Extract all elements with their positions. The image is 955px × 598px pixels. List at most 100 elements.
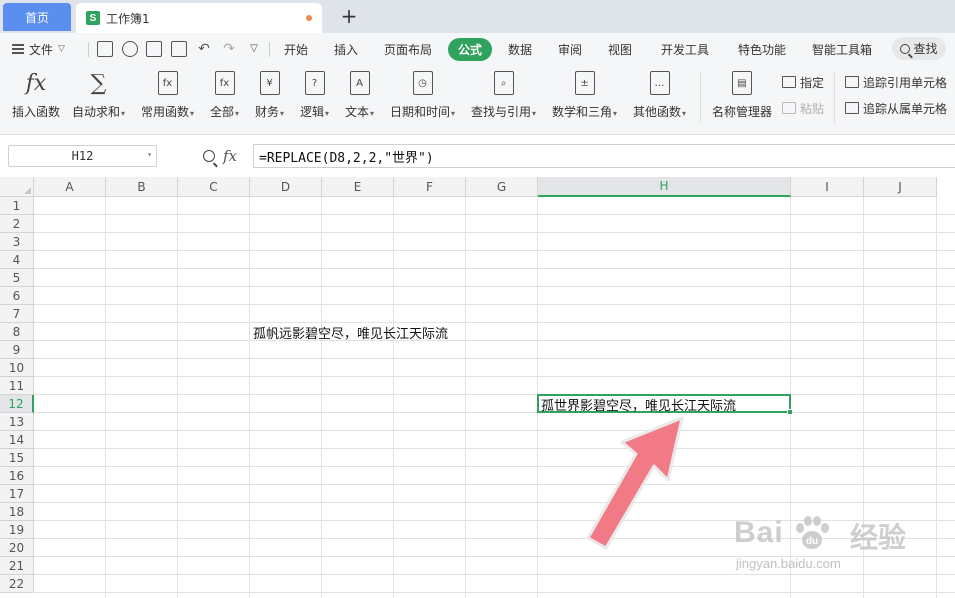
row-header-20[interactable]: 20: [0, 539, 34, 557]
row-header-7[interactable]: 7: [0, 305, 34, 323]
redo-icon[interactable]: ↷: [221, 41, 237, 57]
name-box[interactable]: H12 ▾: [8, 145, 157, 167]
row-header-16[interactable]: 16: [0, 467, 34, 485]
trace-precedents-button[interactable]: 追踪引用单元格: [845, 73, 947, 91]
print-icon[interactable]: [146, 41, 162, 57]
finance-label: 财务: [255, 105, 280, 119]
define-name-button[interactable]: 指定: [782, 73, 824, 91]
row-header-13[interactable]: 13: [0, 413, 34, 431]
clock-icon: ◷: [412, 71, 433, 95]
formula-input[interactable]: =REPLACE(D8,2,2,"世界"): [253, 144, 955, 168]
menu-developer[interactable]: 开发工具: [661, 41, 709, 58]
menu-special-features[interactable]: 特色功能: [738, 41, 786, 58]
row-header-17[interactable]: 17: [0, 485, 34, 503]
datetime-button[interactable]: ◷ 日期和时间▾: [390, 69, 455, 129]
finance-button[interactable]: ¥ 财务▾: [255, 69, 284, 129]
row-header-21[interactable]: 21: [0, 557, 34, 575]
logic-button[interactable]: ? 逻辑▾: [300, 69, 329, 129]
row-header-10[interactable]: 10: [0, 359, 34, 377]
print-preview-icon[interactable]: [171, 41, 187, 57]
text-button[interactable]: A 文本▾: [345, 69, 374, 129]
menu-formulas[interactable]: 公式: [448, 38, 493, 61]
row-header-5[interactable]: 5: [0, 269, 34, 287]
spreadsheet-icon: S: [86, 11, 100, 25]
column-header-d[interactable]: D: [250, 177, 322, 197]
question-icon: ?: [304, 71, 325, 95]
column-header-f[interactable]: F: [394, 177, 466, 197]
row-header-22[interactable]: 22: [0, 575, 34, 593]
menu-view[interactable]: 视图: [608, 41, 632, 58]
math-label: 数学和三角: [552, 105, 613, 119]
menu-insert[interactable]: 插入: [334, 41, 358, 58]
gridline: [34, 214, 955, 215]
save-icon[interactable]: [97, 41, 113, 57]
column-header-i[interactable]: I: [791, 177, 864, 197]
sigma-icon: ∑: [90, 70, 107, 96]
column-header-g[interactable]: G: [466, 177, 538, 197]
ribbon: fx 插入函数 ∑ 自动求和▾ fx 常用函数▾ fx 全部▾ ¥ 财务▾ ? …: [0, 65, 955, 135]
name-box-value: H12: [71, 149, 94, 163]
row-header-6[interactable]: 6: [0, 287, 34, 305]
trace-dependents-button[interactable]: 追踪从属单元格: [845, 99, 947, 117]
paste-name-button[interactable]: 粘贴: [782, 99, 824, 117]
caret-down-icon: ▾: [370, 109, 375, 118]
row-header-15[interactable]: 15: [0, 449, 34, 467]
menu-smart-toolbox[interactable]: 智能工具箱: [812, 41, 872, 58]
column-header-a[interactable]: A: [34, 177, 106, 197]
row-header-4[interactable]: 4: [0, 251, 34, 269]
column-header-c[interactable]: C: [178, 177, 250, 197]
menu-review[interactable]: 审阅: [558, 41, 582, 58]
search-button[interactable]: 查找: [892, 37, 946, 60]
zoom-icon[interactable]: [203, 150, 215, 162]
tab-workbook[interactable]: S 工作簿1: [76, 3, 322, 33]
autosum-button[interactable]: ∑ 自动求和▾: [72, 69, 125, 129]
column-header-j[interactable]: J: [864, 177, 937, 197]
menu-bar: 文件 ▽ ↶ ↷ ▽ 开始 插入 页面布局 公式 数据 审阅 视图 开发工具 特…: [0, 33, 955, 65]
new-tab-button[interactable]: +: [336, 3, 362, 29]
column-header-h[interactable]: H: [538, 177, 791, 197]
insert-function-button[interactable]: fx 插入函数: [12, 69, 60, 129]
lookup-search-icon: ⌕: [493, 71, 514, 95]
common-functions-button[interactable]: fx 常用函数▾: [141, 69, 194, 129]
other-functions-button[interactable]: … 其他函数▾: [633, 69, 686, 129]
autosum-label: 自动求和: [72, 105, 121, 119]
gridline: [34, 466, 955, 467]
math-button[interactable]: ± 数学和三角▾: [552, 69, 617, 129]
column-header-e[interactable]: E: [322, 177, 394, 197]
trace-precedents-label: 追踪引用单元格: [863, 75, 948, 90]
gridline: [34, 250, 955, 251]
caret-down-icon: ▾: [121, 109, 126, 118]
tab-home[interactable]: 首页: [3, 3, 71, 31]
row-header-19[interactable]: 19: [0, 521, 34, 539]
format-painter-icon[interactable]: [122, 41, 138, 57]
row-header-1[interactable]: 1: [0, 197, 34, 215]
column-header-b[interactable]: B: [106, 177, 178, 197]
lookup-button[interactable]: ⌕ 查找与引用▾: [471, 69, 536, 129]
quick-access-more-icon[interactable]: ▽: [246, 41, 262, 57]
name-manager-button[interactable]: ▤ 名称管理器: [712, 69, 772, 129]
fill-handle[interactable]: [787, 409, 793, 415]
menu-start[interactable]: 开始: [284, 41, 308, 58]
file-menu[interactable]: 文件 ▽: [12, 40, 65, 58]
all-functions-label: 全部: [210, 105, 235, 119]
row-header-18[interactable]: 18: [0, 503, 34, 521]
fx-icon[interactable]: fx: [223, 147, 237, 165]
row-header-2[interactable]: 2: [0, 215, 34, 233]
row-header-8[interactable]: 8: [0, 323, 34, 341]
row-header-14[interactable]: 14: [0, 431, 34, 449]
trace-dependents-label: 追踪从属单元格: [863, 101, 948, 116]
watermark-brand: Bai: [734, 516, 784, 549]
caret-down-icon: ▾: [532, 109, 537, 118]
row-header-3[interactable]: 3: [0, 233, 34, 251]
gridline: [34, 358, 955, 359]
row-header-12[interactable]: 12: [0, 395, 34, 413]
row-header-9[interactable]: 9: [0, 341, 34, 359]
all-functions-button[interactable]: fx 全部▾: [210, 69, 239, 129]
menu-data[interactable]: 数据: [508, 41, 532, 58]
row-header-11[interactable]: 11: [0, 377, 34, 395]
cell-d8[interactable]: 孤帆远影碧空尽，唯见长江天际流: [250, 323, 448, 342]
unsaved-dot-icon: [306, 15, 312, 21]
select-all-corner[interactable]: [0, 177, 34, 197]
menu-page-layout[interactable]: 页面布局: [384, 41, 432, 58]
undo-icon[interactable]: ↶: [196, 41, 212, 57]
